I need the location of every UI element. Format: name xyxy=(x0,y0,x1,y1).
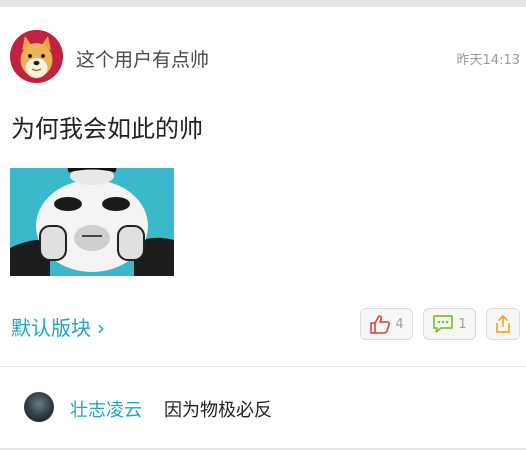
top-bar xyxy=(0,0,526,7)
commenter-name[interactable]: 壮志凌云 xyxy=(70,396,142,422)
post-text: 为何我会如此的帅 xyxy=(11,115,203,143)
share-icon xyxy=(496,315,510,333)
thumbs-up-icon xyxy=(370,315,391,334)
category-link[interactable]: 默认版块 › xyxy=(11,312,105,341)
comment-button[interactable]: 1 xyxy=(423,308,476,340)
comment-count: 1 xyxy=(458,316,467,332)
post-image[interactable] xyxy=(10,168,174,276)
avatar[interactable] xyxy=(10,30,63,83)
username[interactable]: 这个用户有点帅 xyxy=(76,45,209,72)
like-button[interactable]: 4 xyxy=(360,308,413,340)
post-timestamp: 昨天14:13 xyxy=(456,53,520,68)
chevron-right-icon: › xyxy=(97,316,105,340)
comment-text: 因为物极必反 xyxy=(164,400,272,421)
section-divider xyxy=(0,366,526,367)
comment-bubble-icon xyxy=(433,315,454,333)
like-count: 4 xyxy=(395,316,404,332)
doge-avatar-image xyxy=(10,30,63,83)
category-label: 默认版块 xyxy=(11,316,91,340)
commenter-avatar[interactable] xyxy=(24,392,54,422)
share-button[interactable] xyxy=(486,308,520,340)
